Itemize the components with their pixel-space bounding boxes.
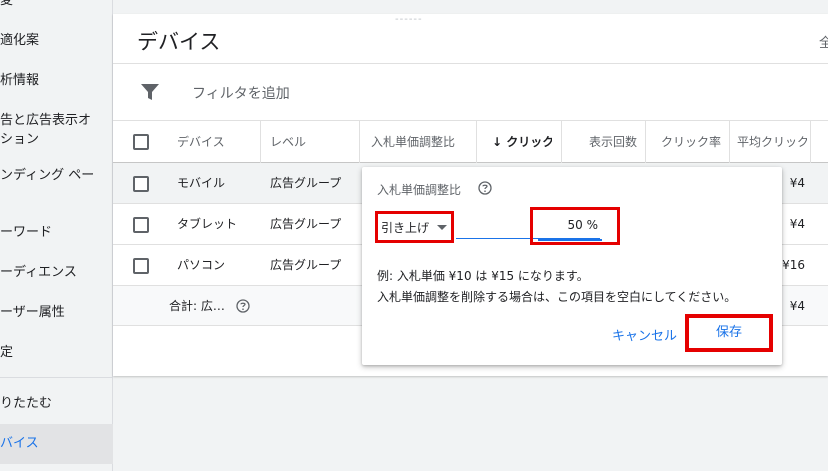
save-button[interactable]: 保存 [685, 314, 773, 352]
column-header-clicks[interactable]: ↓ クリック [492, 121, 552, 163]
sidebar-item-label: りたたむ [0, 396, 53, 411]
column-separator [260, 121, 261, 163]
cell-device[interactable]: パソコン [177, 245, 257, 286]
column-header-bid-adjustment[interactable]: 入札単価調整比 [371, 121, 471, 163]
page-title: デバイス [137, 30, 221, 54]
total-label: 合計: 広… [169, 299, 225, 313]
sidebar-item-label: ーディエンス [0, 265, 77, 280]
sidebar-item-collapse[interactable]: りたたむ [0, 394, 113, 413]
column-header-ctr[interactable]: クリック率 [649, 121, 721, 163]
sidebar-item-label: バイス [0, 436, 39, 451]
column-header-level[interactable]: レベル [270, 121, 350, 163]
column-separator [645, 121, 646, 163]
top-dash: ------ [395, 14, 423, 25]
add-filter-button[interactable]: フィルタを追加 [192, 83, 290, 103]
cell-level: 広告グループ [270, 258, 342, 272]
cell-level: 広告グループ [270, 176, 342, 190]
sidebar-item-audiences[interactable]: ーディエンス [0, 263, 113, 282]
column-header-impressions[interactable]: 表示回数 [565, 121, 637, 163]
cell-device[interactable]: タブレット [177, 204, 257, 245]
column-separator [359, 121, 360, 163]
sidebar-item-recommendations[interactable]: 適化案 [0, 31, 113, 50]
row-checkbox[interactable] [133, 217, 149, 233]
sidebar-item-label-line2: ション [0, 132, 40, 147]
sidebar-item-label: 定 [0, 345, 14, 360]
bid-adjustment-popup: 入札単価調整比 引き上げ 50 % 例: 入札単価 ¥10 は ¥15 になりま… [362, 167, 782, 365]
sidebar-item-label: 告と広告表示オ [0, 113, 92, 128]
column-separator [810, 121, 811, 163]
sidebar-item-changes[interactable]: 変 [0, 0, 113, 11]
column-header-avg-cpc[interactable]: 平均クリック [737, 121, 807, 163]
help-icon[interactable] [236, 299, 250, 313]
sidebar-item-insights[interactable]: 析情報 [0, 71, 113, 90]
sidebar-item-devices[interactable]: バイス [0, 424, 113, 464]
sidebar-item-label: 変 [0, 0, 14, 8]
sidebar-item-keywords[interactable]: ーワード [0, 223, 113, 242]
filter-bar: フィルタを追加 [113, 63, 828, 121]
cell-level: 広告グループ [270, 217, 342, 231]
row-checkbox[interactable] [133, 258, 149, 274]
column-separator [561, 121, 562, 163]
sidebar-item-label: ーワード [0, 225, 53, 240]
bid-adjustment-input[interactable]: 50 % [530, 207, 620, 245]
popup-label: 入札単価調整比 [377, 183, 462, 197]
column-separator [476, 121, 477, 163]
column-separator [729, 121, 730, 163]
example-text: 例: 入札単価 ¥10 は ¥15 になります。 [377, 269, 589, 283]
sidebar-item-settings[interactable]: 定 [0, 343, 113, 362]
row-checkbox[interactable] [133, 176, 149, 192]
left-sidebar: 変 適化案 析情報 告と広告表示オ ション ンディング ペー ーワード ーディエン… [0, 0, 113, 471]
sidebar-item-demographics[interactable]: ーザー属性 [0, 303, 113, 322]
sidebar-item-label: ーザー属性 [0, 305, 65, 320]
select-all-checkbox[interactable] [133, 134, 149, 150]
sidebar-item-landing-pages[interactable]: ンディング ペー [0, 166, 113, 185]
help-icon[interactable] [478, 181, 492, 195]
sidebar-item-label: 適化案 [0, 33, 40, 48]
filter-icon[interactable] [141, 84, 159, 100]
direction-selected-value: 引き上げ [381, 221, 430, 235]
adjustment-direction-select[interactable]: 引き上げ [375, 211, 454, 243]
title-right-text[interactable]: 全 [819, 32, 828, 51]
table-header: デバイス レベル 入札単価調整比 ↓ クリック 表示回数 クリック率 平均クリッ… [113, 121, 828, 163]
input-focus-line [538, 239, 602, 241]
chevron-down-icon [437, 225, 447, 230]
note-text: 入札単価調整を削除する場合は、この項目を空白にしてください。 [377, 290, 737, 304]
cell-device[interactable]: モバイル [177, 163, 257, 204]
sidebar-divider [0, 377, 113, 378]
sidebar-item-label: 析情報 [0, 73, 40, 88]
sidebar-item-ads-extensions[interactable]: 告と広告表示オ ション [0, 111, 113, 149]
sidebar-item-label: ンディング ペー [0, 168, 95, 183]
bid-adjustment-value: 50 % [567, 218, 599, 232]
cancel-button[interactable]: キャンセル [612, 325, 677, 344]
column-header-device[interactable]: デバイス [177, 121, 257, 163]
